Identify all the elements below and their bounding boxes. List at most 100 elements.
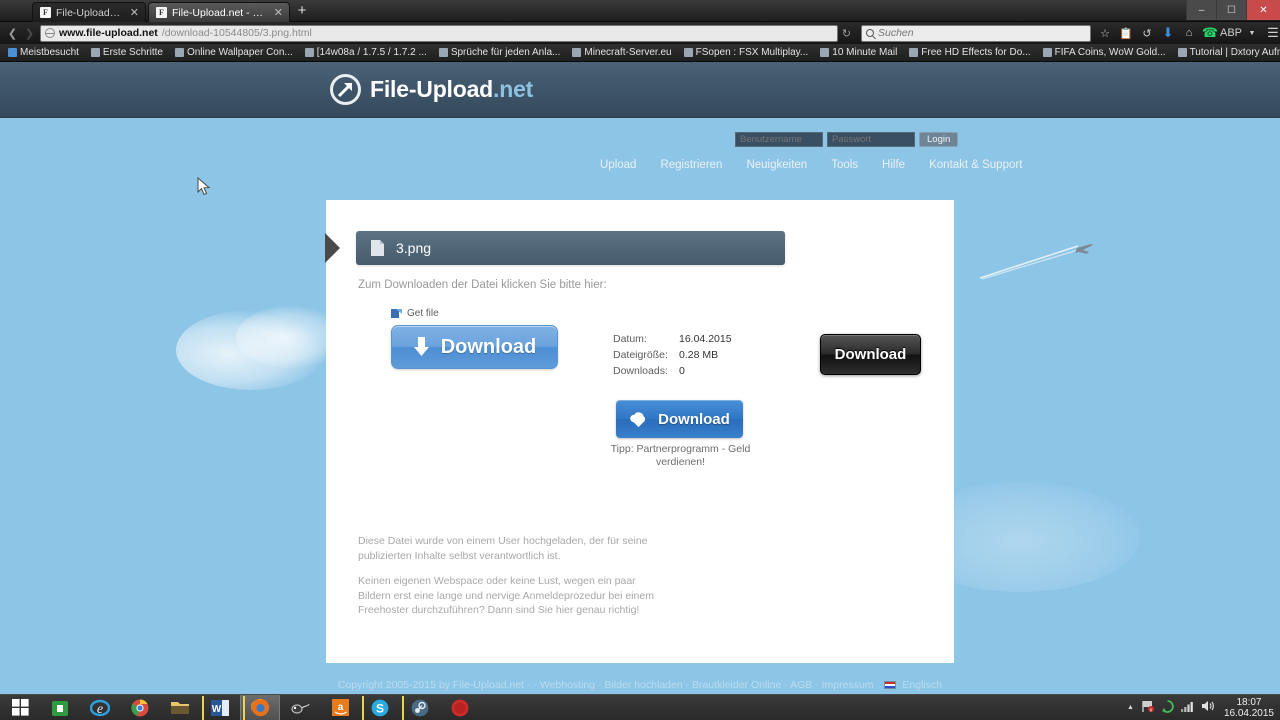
username-input[interactable] [735,132,823,147]
bookmark-item[interactable]: FSopen : FSX Multiplay... [679,47,814,58]
bookmark-label: 10 Minute Mail [832,47,898,58]
bookmark-item[interactable]: 10 Minute Mail [815,47,902,58]
minimize-button[interactable]: – [1186,0,1216,20]
login-button[interactable]: Login [919,132,959,147]
cloud-download-icon [630,411,646,427]
primary-download-button[interactable]: Download [391,325,558,369]
bookmark-item[interactable]: FIFA Coins, WoW Gold... [1038,47,1171,58]
bookmark-item[interactable]: Free HD Effects for Do... [904,47,1035,58]
footer-copyright: Copyright 2005-2015 by File-Upload.net [337,679,525,691]
bookmark-label: Free HD Effects for Do... [921,47,1031,58]
footer-link-agb[interactable]: AGB [790,679,812,691]
taskbar-item-firefox[interactable] [240,694,280,720]
tray-expand-button[interactable]: ▲ [1127,704,1134,711]
taskbar-item-internet-explorer[interactable]: e [80,695,120,720]
footer-link-bilder-hochladen[interactable]: Bilder hochladen [604,679,682,691]
file-title-bar: 3.png [356,231,785,265]
nav-item-neuigkeiten[interactable]: Neuigkeiten [746,159,807,171]
downloads-icon[interactable]: ⬇ [1158,23,1178,43]
bookmark-item[interactable]: Minecraft-Server.eu [567,47,676,58]
get-file-link[interactable]: Get file [391,308,439,319]
svg-text:S: S [376,701,384,715]
taskbar-item-steam[interactable] [400,695,440,720]
partner-program-tip[interactable]: Tipp: Partnerprogramm - Geld verdienen! [608,443,753,469]
bookmark-icon [8,48,17,57]
bookmark-item[interactable]: Tutorial | Dxtory Aufna... [1173,47,1280,58]
close-icon[interactable]: ✕ [130,6,139,19]
taskbar-item-word[interactable]: W [200,695,240,720]
adblock-icon[interactable]: ABP [1220,23,1242,43]
nav-item-tools[interactable]: Tools [831,159,858,171]
nav-item-upload[interactable]: Upload [600,159,636,171]
taskbar-item-store[interactable] [40,695,80,720]
chevron-down-icon[interactable]: ▼ [1242,23,1262,43]
svg-text:e: e [97,702,103,717]
footer-separator: - [815,679,819,691]
taskbar-item-file-explorer[interactable] [160,695,200,720]
bookmark-item[interactable]: Online Wallpaper Con... [170,47,298,58]
tab-favicon: F [40,7,51,18]
address-bar[interactable]: www.file-upload.net/download-10544805/3.… [40,24,838,42]
forward-icon[interactable]: ❯ [21,25,38,42]
nav-item-kontakt-support[interactable]: Kontakt & Support [929,159,1022,171]
action-center-flag-icon[interactable]: x [1141,700,1154,716]
footer-link-impressum[interactable]: Impressum [822,679,874,691]
taskbar-item-chrome[interactable] [120,695,160,720]
taskbar-item-skype[interactable]: S [360,695,400,720]
taskbar-item-amazon[interactable]: a [320,695,360,720]
search-input[interactable]: Suchen [861,24,1091,42]
taskbar-item-mouse-device[interactable] [280,695,320,720]
nav-item-registrieren[interactable]: Registrieren [660,159,722,171]
taskbar-item-recorder[interactable] [440,695,480,720]
back-icon[interactable]: ❮ [4,25,21,42]
clock-date: 16.04.2015 [1223,707,1274,719]
footer-link-brautkleider[interactable]: Brautkleider Online [692,679,781,691]
footer-language-link[interactable]: Englisch [902,679,942,691]
menu-icon[interactable]: ☰ [1263,23,1280,43]
tab-file-upload-3png[interactable]: F File-Upload.net - 3.png ✕ [148,2,290,22]
bookmark-item[interactable]: Sprüche für jeden Anla... [434,47,566,58]
search-placeholder: Suchen [878,27,914,39]
tab-file-upload-home[interactable]: F File-Upload.net - Ihr koste... ✕ [32,2,146,22]
site-logo[interactable]: File-Upload.net [330,74,533,105]
home-icon[interactable]: ⌂ [1179,23,1199,43]
secondary-download-button[interactable]: Download [616,400,743,438]
footer-separator: - [784,679,788,691]
nav-item-hilfe[interactable]: Hilfe [882,159,905,171]
metadata-value: 0 [679,365,685,377]
close-window-button[interactable]: ✕ [1246,0,1280,20]
bookmark-item[interactable]: [14w08a / 1.7.5 / 1.7.2 ... [300,47,432,58]
maximize-button[interactable]: ☐ [1216,0,1246,20]
bookmark-icon [438,48,448,57]
bookmark-item[interactable]: Erste Schritte [86,47,168,58]
sync-icon[interactable] [1161,699,1174,716]
upload-arrow-icon [330,74,361,105]
primary-download-label: Download [440,335,537,358]
reading-list-icon[interactable]: 📋 [1116,23,1136,43]
footer-link-webhosting[interactable]: Webhosting [540,679,595,691]
search-icon [866,29,874,37]
whatsapp-icon[interactable]: ☎ [1200,23,1220,43]
password-input[interactable] [827,132,915,147]
clock[interactable]: 18:07 16.04.2015 [1222,697,1274,719]
history-icon[interactable]: ↺ [1137,23,1157,43]
bookmark-label: Tutorial | Dxtory Aufna... [1189,47,1280,58]
bookmark-label: Minecraft-Server.eu [584,47,672,58]
bookmark-star-icon[interactable]: ☆ [1095,23,1115,43]
volume-icon[interactable] [1201,700,1215,715]
close-icon[interactable]: ✕ [274,6,283,19]
bookmark-item[interactable]: Meistbesucht [3,47,84,58]
secondary-download-label: Download [658,410,730,428]
toolbar-icons: ☆ 📋 ↺ ⬇ ⌂ ☎ ABP ▼ ☰ [1095,23,1280,43]
start-button[interactable] [0,695,40,720]
new-tab-button[interactable]: + [294,3,310,20]
footer-separator: - [685,679,690,691]
download-hint: Zum Downloaden der Datei klicken Sie bit… [358,279,607,291]
taskbar: e W a S ▲ x 18:07 16.04.2015 [0,694,1280,720]
metadata-key: Dateigröße: [613,349,668,361]
bookmark-label: FIFA Coins, WoW Gold... [1054,47,1166,58]
bookmark-icon [304,48,314,57]
reload-icon[interactable]: ↻ [838,25,855,42]
ad-download-button[interactable]: Download [820,334,921,375]
network-icon[interactable] [1180,701,1194,715]
